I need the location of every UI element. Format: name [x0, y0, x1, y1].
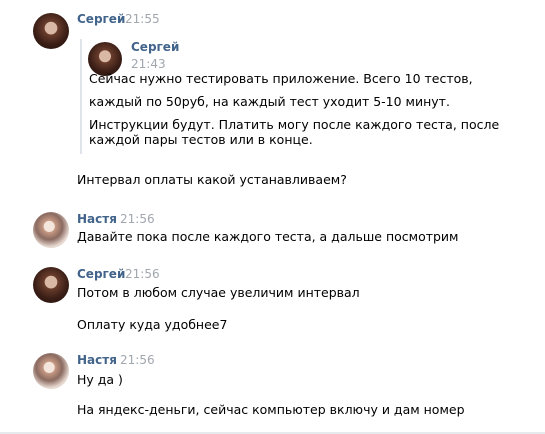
avatar-nastya[interactable]	[33, 212, 69, 248]
message-text: Потом в любом случае увеличим интервал	[77, 285, 360, 300]
author-name[interactable]: Настя	[77, 212, 117, 226]
forwarded-text-line: каждый по 50руб, на каждый тест уходит 5…	[89, 94, 450, 109]
message-text: Давайте пока после каждого теста, а даль…	[77, 229, 459, 244]
forwarded-bar	[80, 39, 82, 154]
message-text: Оплату куда удобнее7	[77, 317, 228, 332]
message-time[interactable]: 21:56	[120, 212, 155, 226]
forwarded-time[interactable]: 21:43	[131, 57, 166, 71]
avatar-sergey[interactable]	[33, 267, 69, 303]
author-name[interactable]: Сергей	[77, 12, 125, 26]
message-text: Ну да )	[77, 372, 123, 387]
avatar-sergey[interactable]	[33, 13, 69, 49]
message-text: Интервал оплаты какой устанавливаем?	[77, 172, 347, 187]
message-text: На яндекс-деньги, сейчас компьютер включ…	[77, 402, 465, 417]
message-time[interactable]: 21:56	[125, 267, 160, 281]
message-time[interactable]: 21:55	[125, 12, 160, 26]
message-time[interactable]: 21:56	[120, 353, 155, 367]
author-name[interactable]: Настя	[77, 353, 117, 367]
forwarded-author-name[interactable]: Сергей	[131, 40, 179, 54]
forwarded-text-line: каждой пары тестов или в конце.	[89, 132, 313, 147]
forwarded-text-line: Сейчас нужно тестировать приложение. Все…	[89, 71, 473, 86]
avatar-nastya[interactable]	[33, 353, 69, 389]
author-name[interactable]: Сергей	[77, 267, 125, 281]
